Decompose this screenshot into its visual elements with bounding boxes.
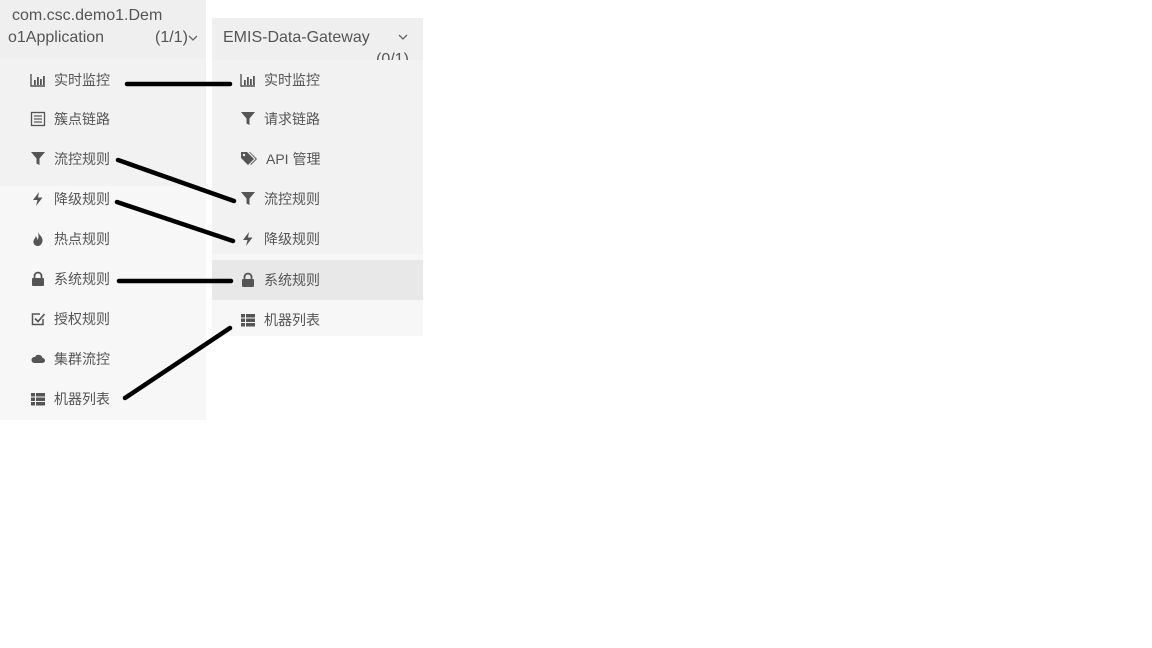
menu-item-machine-list[interactable]: 机器列表 (240, 300, 320, 340)
cloud-icon (31, 354, 45, 363)
app-panel-left: com.csc.demo1.Dem o1Application (1/1) 实时… (0, 0, 206, 420)
menu-item-label: 实时监控 (264, 72, 320, 88)
th-list-icon (241, 314, 255, 327)
bar-chart-icon (30, 74, 45, 87)
menu-item-api-management[interactable]: API 管理 (240, 139, 320, 179)
app-panel-right: EMIS-Data-Gateway (0/1) 实时监控 请求链路 API 管理 (212, 18, 423, 336)
menu-item-cluster-flow[interactable]: 集群流控 (30, 339, 110, 379)
menu-item-label: 系统规则 (54, 271, 110, 287)
menu-item-flow-rules[interactable]: 流控规则 (30, 139, 110, 179)
app-name-line1: com.csc.demo1.Dem (12, 7, 163, 24)
filter-icon (241, 192, 255, 205)
menu-item-label: 授权规则 (54, 311, 110, 327)
app-name-line2: o1Application (8, 29, 105, 46)
menu-item-label: 簇点链路 (54, 111, 110, 127)
menu-item-label: 系统规则 (264, 272, 320, 288)
chevron-down-icon[interactable] (397, 31, 409, 43)
list-icon (30, 111, 46, 127)
menu-item-request-chain[interactable]: 请求链路 (240, 99, 320, 139)
bolt-icon (243, 232, 253, 246)
filter-icon (241, 112, 255, 125)
menu-item-label: 机器列表 (264, 312, 320, 328)
menu-item-label: 流控规则 (264, 191, 320, 207)
menu-item-machine-list[interactable]: 机器列表 (30, 379, 110, 419)
filter-icon (31, 152, 45, 165)
app-count: (1/1) (155, 29, 188, 46)
menu-item-degrade-rules[interactable]: 降级规则 (30, 179, 110, 219)
menu-item-flow-rules[interactable]: 流控规则 (240, 179, 320, 219)
tags-icon (241, 152, 257, 165)
menu-item-label: API 管理 (266, 151, 321, 167)
app-name: EMIS-Data-Gateway (223, 29, 370, 46)
menu-item-system-rules[interactable]: 系统规则 (240, 260, 320, 300)
menu-item-label: 降级规则 (264, 231, 320, 247)
menu-item-realtime-monitor[interactable]: 实时监控 (240, 60, 320, 100)
menu-item-system-rules[interactable]: 系统规则 (30, 259, 110, 299)
app-header-left[interactable]: com.csc.demo1.Dem o1Application (1/1) (0, 0, 206, 58)
menu-item-label: 集群流控 (54, 351, 110, 367)
fire-icon (33, 232, 43, 246)
app-header-right[interactable]: EMIS-Data-Gateway (0/1) (212, 18, 423, 68)
bolt-icon (33, 192, 43, 206)
menu-item-label: 请求链路 (264, 111, 320, 127)
menu-item-hotspot-rules[interactable]: 热点规则 (30, 219, 110, 259)
menu-item-auth-rules[interactable]: 授权规则 (30, 299, 110, 339)
bar-chart-icon (240, 74, 255, 87)
menu-item-degrade-rules[interactable]: 降级规则 (240, 219, 320, 259)
th-list-icon (31, 393, 45, 406)
menu-item-cluster-point[interactable]: 簇点链路 (30, 99, 110, 139)
lock-icon (242, 272, 254, 287)
menu-item-label: 实时监控 (54, 72, 110, 88)
menu-item-label: 流控规则 (54, 151, 110, 167)
lock-icon (32, 271, 44, 286)
menu-item-label: 热点规则 (54, 231, 110, 247)
menu-item-label: 机器列表 (54, 391, 110, 407)
check-square-icon (31, 313, 46, 326)
menu-item-realtime-monitor[interactable]: 实时监控 (30, 60, 110, 100)
menu-item-label: 降级规则 (54, 191, 110, 207)
chevron-down-icon[interactable] (187, 32, 199, 44)
